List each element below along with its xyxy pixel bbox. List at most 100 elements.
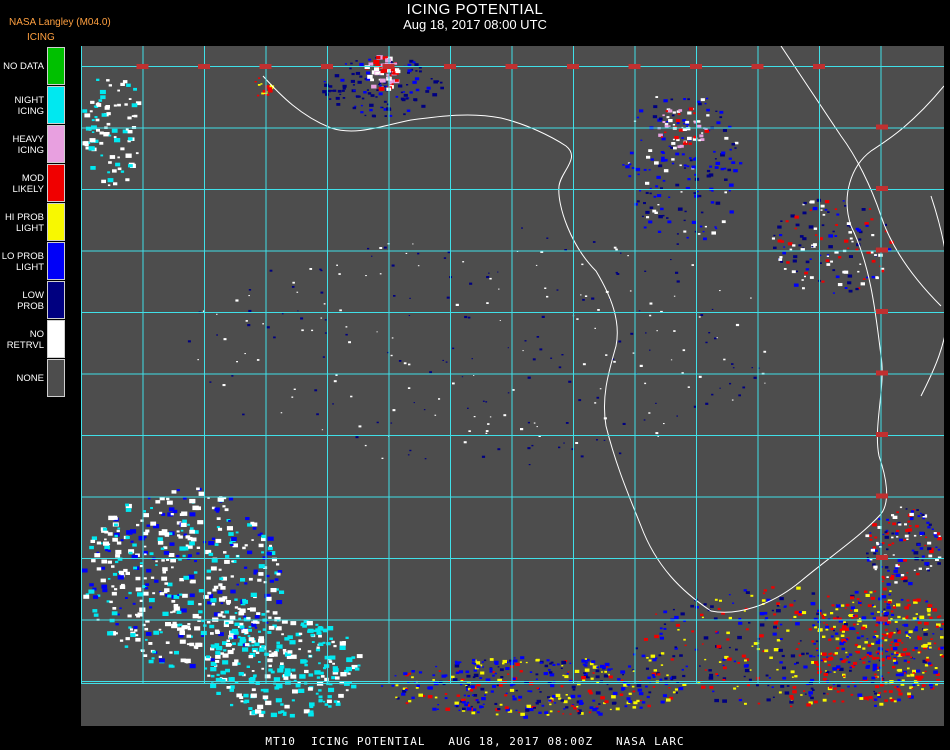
- legend-label-line: MOD: [21, 172, 44, 184]
- icing-pixel: [370, 94, 375, 97]
- icing-pixel: [744, 668, 750, 673]
- icing-pixel: [314, 389, 318, 392]
- icing-pixel: [509, 688, 515, 692]
- icing-pixel: [117, 527, 121, 530]
- icing-pixel: [101, 179, 106, 184]
- legend: NO DATA NIGHT ICING HEAVY ICING MOD LIKELY HI P…: [0, 47, 66, 400]
- icing-pixel: [677, 113, 681, 116]
- icing-pixel: [566, 672, 569, 675]
- icing-pixel: [772, 696, 775, 698]
- icing-pixel: [320, 269, 323, 272]
- icing-pixel: [690, 604, 694, 608]
- icing-pixel: [872, 546, 876, 549]
- icing-pixel: [913, 569, 916, 571]
- icing-pixel: [639, 364, 643, 367]
- icing-pixel: [538, 711, 542, 714]
- icing-pixel: [709, 165, 713, 168]
- icing-pixel: [722, 129, 727, 132]
- icing-pixel: [455, 705, 459, 708]
- icing-pixel: [339, 641, 346, 646]
- icing-pixel: [499, 320, 501, 321]
- icing-pixel: [135, 634, 139, 637]
- icing-pixel: [815, 647, 819, 650]
- icing-pixel: [926, 608, 932, 611]
- icing-pixel: [675, 623, 681, 627]
- legend-label-line: RETRVL: [6, 339, 44, 351]
- icing-pixel: [687, 111, 692, 115]
- icing-pixel: [668, 125, 671, 127]
- icing-pixel: [117, 167, 122, 171]
- icing-pixel: [359, 62, 364, 67]
- icing-pixel: [104, 538, 107, 541]
- icing-pixel: [281, 313, 284, 315]
- icing-pixel: [333, 644, 337, 648]
- icing-pixel: [485, 432, 488, 434]
- icing-pixel: [528, 464, 531, 466]
- icing-pixel: [421, 104, 426, 108]
- icing-pixel: [111, 565, 115, 568]
- icing-pixel: [94, 553, 101, 558]
- icing-pixel: [127, 137, 132, 140]
- icing-pixel: [240, 700, 244, 703]
- icing-pixel: [645, 210, 650, 214]
- icing-pixel: [835, 608, 839, 611]
- icing-pixel: [258, 572, 264, 576]
- icing-pixel: [189, 529, 195, 534]
- icing-pixel: [355, 436, 359, 439]
- icing-pixel: [853, 685, 857, 688]
- icing-pixel: [792, 259, 797, 263]
- icing-pixel: [709, 686, 714, 689]
- icing-pixel: [618, 452, 622, 455]
- icing-pixel: [309, 710, 314, 713]
- icing-pixel: [861, 635, 864, 638]
- icing-pixel: [376, 56, 381, 59]
- icing-pixel: [832, 700, 836, 703]
- icing-pixel: [298, 639, 303, 643]
- grid-tick-mark: [382, 64, 395, 69]
- icing-pixel: [804, 693, 807, 695]
- icing-pixel: [117, 89, 120, 92]
- icing-pixel: [704, 225, 707, 228]
- icing-pixel: [171, 623, 178, 629]
- icing-pixel: [248, 577, 253, 581]
- icing-pixel: [811, 640, 815, 643]
- icing-pixel: [827, 664, 831, 667]
- icing-pixel: [658, 164, 663, 168]
- icing-pixel: [409, 449, 412, 452]
- icing-pixel: [166, 500, 173, 505]
- icing-pixel: [871, 676, 876, 680]
- icing-pixel: [712, 690, 715, 693]
- icing-pixel: [254, 642, 260, 647]
- icing-pixel: [84, 113, 91, 118]
- icing-pixel: [336, 103, 341, 106]
- icing-pixel: [662, 179, 666, 182]
- icing-pixel: [515, 662, 520, 666]
- icing-pixel: [117, 613, 120, 616]
- icing-pixel: [180, 608, 187, 613]
- icing-pixel: [412, 243, 414, 245]
- icing-pixel: [104, 530, 109, 534]
- icing-pixel: [187, 600, 194, 605]
- icing-pixel: [598, 703, 601, 705]
- icing-pixel: [612, 691, 618, 696]
- icing-pixel: [776, 602, 780, 605]
- icing-pixel: [268, 625, 275, 630]
- icing-pixel: [835, 637, 840, 641]
- icing-pixel: [682, 349, 686, 352]
- icing-pixel: [731, 399, 734, 401]
- icing-pixel: [337, 89, 342, 93]
- icing-pixel: [803, 665, 808, 669]
- icing-pixel: [139, 607, 146, 612]
- icing-pixel: [525, 661, 528, 664]
- icing-pixel: [428, 686, 433, 690]
- icing-pixel: [660, 136, 664, 138]
- icing-pixel: [875, 685, 880, 689]
- icing-pixel: [697, 124, 702, 128]
- icing-pixel: [872, 635, 877, 639]
- icing-pixel: [663, 610, 668, 614]
- icing-pixel: [902, 624, 905, 626]
- icing-pixel: [242, 413, 245, 416]
- icing-pixel: [226, 526, 233, 531]
- icing-pixel: [814, 626, 818, 629]
- icing-pixel: [128, 551, 133, 555]
